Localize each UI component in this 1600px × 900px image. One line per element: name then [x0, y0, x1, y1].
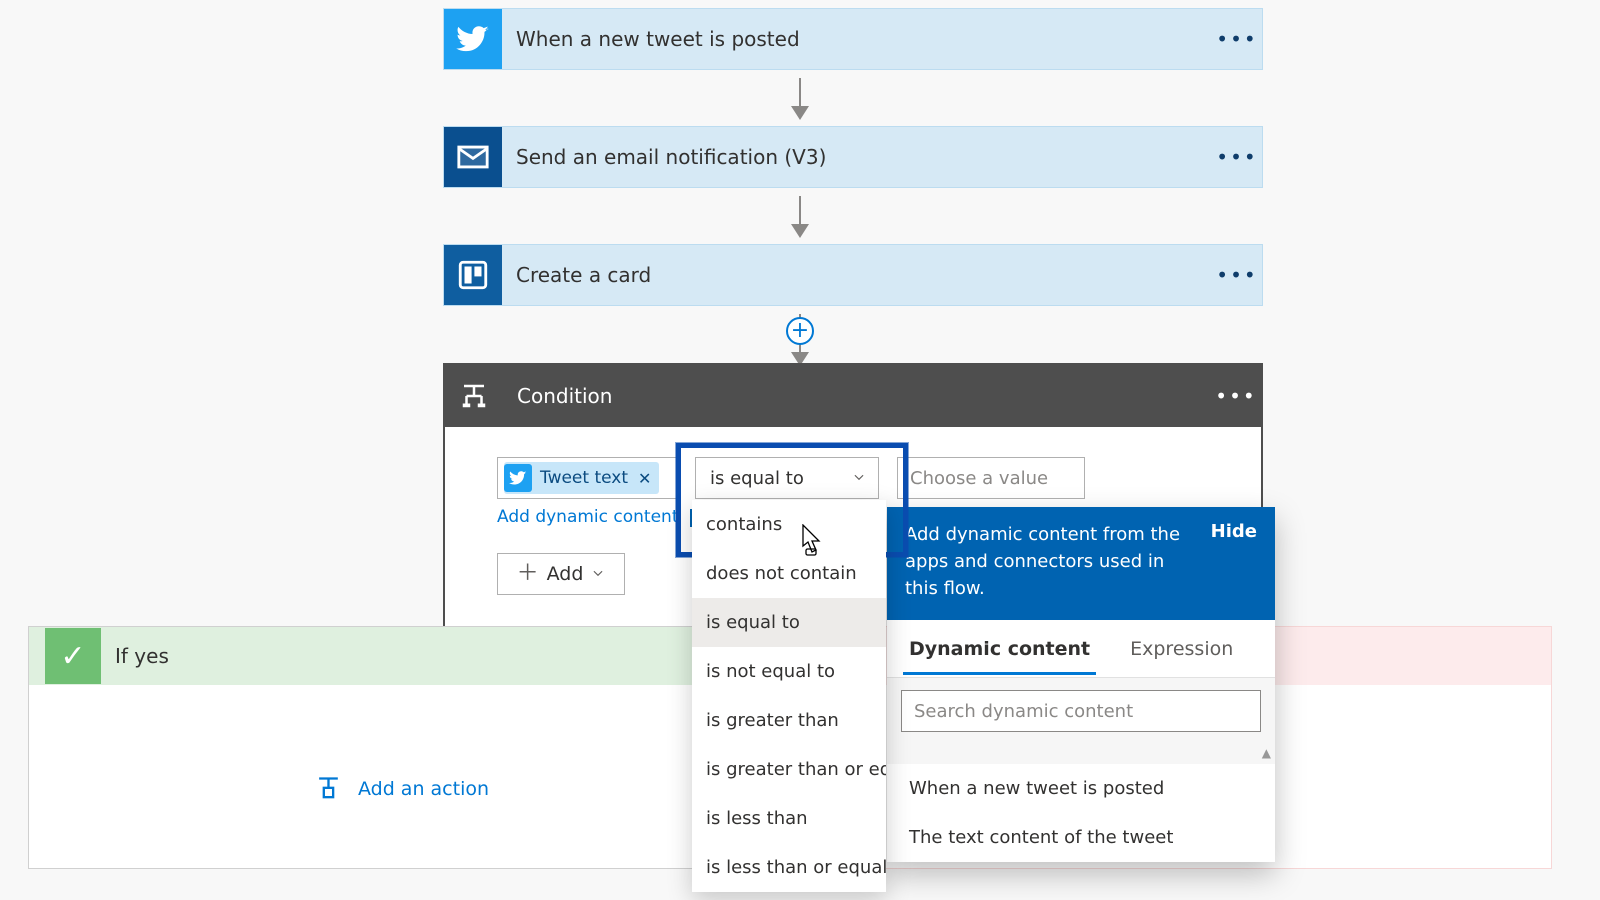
trello-icon: [444, 245, 502, 305]
tab-expression[interactable]: Expression: [1130, 638, 1233, 660]
flow-arrow: [799, 196, 801, 236]
step-title: Create a card: [516, 263, 1212, 287]
add-condition-button[interactable]: ＋ Add: [497, 553, 625, 595]
remove-token-button[interactable]: ✕: [638, 469, 651, 488]
chevron-down-icon: [852, 468, 866, 489]
operator-option-is-less-or-equal[interactable]: is less than or equal to: [692, 843, 886, 892]
condition-left-field[interactable]: Tweet text ✕: [497, 457, 677, 499]
add-dynamic-content-link[interactable]: Add dynamic content: [497, 507, 678, 527]
twitter-icon: [504, 464, 532, 492]
flow-step-email[interactable]: Send an email notification (V3) •••: [443, 126, 1263, 188]
operator-select[interactable]: is equal to: [695, 457, 879, 499]
ellipsis-icon[interactable]: •••: [1212, 27, 1262, 51]
condition-title: Condition: [517, 384, 1211, 408]
plus-icon: ＋: [517, 563, 539, 585]
dynamic-content-group[interactable]: When a new tweet is posted: [887, 764, 1275, 813]
tab-dynamic-content[interactable]: Dynamic content: [909, 638, 1090, 660]
envelope-icon: [444, 127, 502, 187]
add-action-icon: [314, 775, 342, 803]
condition-header[interactable]: Condition •••: [445, 365, 1261, 427]
operator-option-is-greater-than[interactable]: is greater than: [692, 696, 886, 745]
ellipsis-icon[interactable]: •••: [1211, 384, 1261, 408]
check-icon: ✓: [45, 628, 101, 684]
search-dynamic-content-input[interactable]: Search dynamic content: [901, 690, 1261, 732]
flow-step-trello[interactable]: Create a card •••: [443, 244, 1263, 306]
chevron-down-icon: [591, 563, 605, 585]
operator-option-is-not-equal-to[interactable]: is not equal to: [692, 647, 886, 696]
scrollbar[interactable]: [887, 746, 1275, 764]
hide-panel-button[interactable]: Hide: [1211, 521, 1257, 602]
add-action-button[interactable]: Add an action: [314, 775, 489, 803]
dynamic-content-panel: Add dynamic content from the apps and co…: [887, 507, 1275, 862]
operator-option-does-not-contain[interactable]: does not contain: [692, 549, 886, 598]
add-button-label: Add: [547, 563, 584, 585]
step-title: Send an email notification (V3): [516, 145, 1212, 169]
token-label: Tweet text: [540, 468, 628, 488]
token-tweet-text[interactable]: Tweet text ✕: [504, 462, 659, 494]
step-title: When a new tweet is posted: [516, 27, 1212, 51]
branch-if-yes: ✓ If yes Add an action: [28, 626, 775, 869]
flow-step-trigger[interactable]: When a new tweet is posted •••: [443, 8, 1263, 70]
add-step-button[interactable]: +: [786, 317, 814, 345]
branch-title: If yes: [115, 644, 169, 668]
condition-value-input[interactable]: Choose a value: [897, 457, 1085, 499]
panel-heading: Add dynamic content from the apps and co…: [905, 521, 1195, 602]
ellipsis-icon[interactable]: •••: [1212, 263, 1262, 287]
operator-option-contains[interactable]: contains: [692, 500, 886, 549]
dynamic-content-item[interactable]: The text content of the tweet: [887, 813, 1275, 862]
ellipsis-icon[interactable]: •••: [1212, 145, 1262, 169]
twitter-icon: [444, 9, 502, 69]
operator-option-is-less-than[interactable]: is less than: [692, 794, 886, 843]
operator-option-is-equal-to[interactable]: is equal to: [692, 598, 886, 647]
operator-dropdown: contains does not contain is equal to is…: [692, 500, 886, 892]
operator-selected: is equal to: [710, 468, 804, 489]
condition-icon: [445, 366, 503, 426]
operator-option-is-greater-or-equal[interactable]: is greater than or equal to: [692, 745, 886, 794]
flow-arrow: [799, 78, 801, 118]
